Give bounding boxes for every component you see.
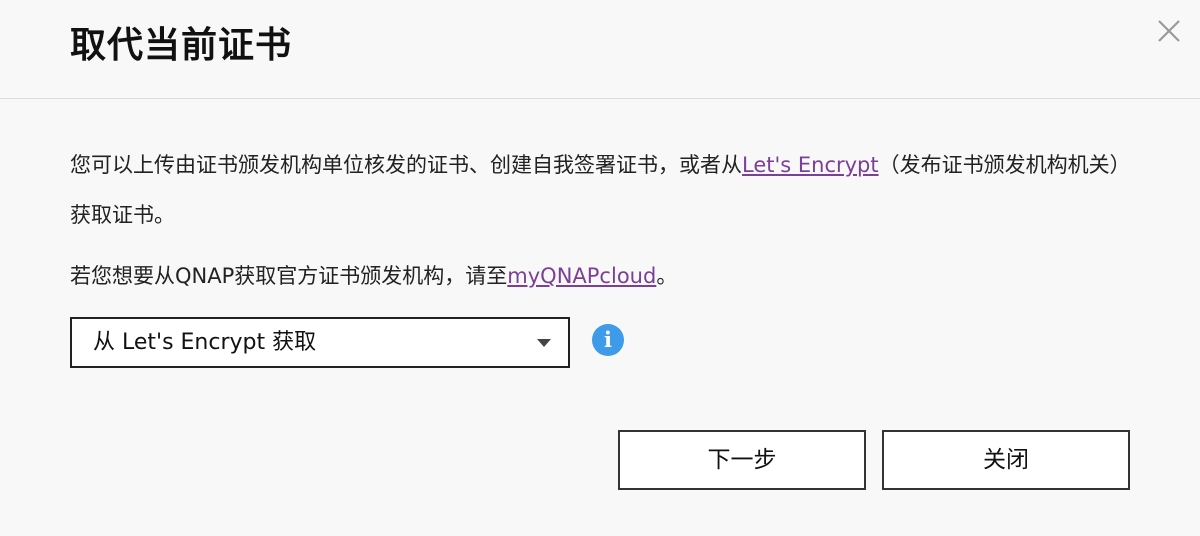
qnap-note-text: 若您想要从QNAP获取官方证书颁发机构，请至 (70, 264, 508, 288)
replace-certificate-dialog: 取代当前证书 您可以上传由证书颁发机构单位核发的证书、创建自我签署证书，或者从L… (0, 0, 1200, 536)
myqnapcloud-link[interactable]: myQNAPcloud (507, 264, 656, 288)
letsencrypt-link[interactable]: Let's Encrypt (742, 153, 879, 177)
chevron-down-icon (537, 339, 551, 347)
description-text: 您可以上传由证书颁发机构单位核发的证书、创建自我签署证书，或者从 (70, 153, 742, 177)
certificate-description: 您可以上传由证书颁发机构单位核发的证书、创建自我签署证书，或者从Let's En… (70, 140, 1130, 240)
close-button[interactable]: 关闭 (882, 430, 1130, 490)
next-button[interactable]: 下一步 (618, 430, 866, 490)
qnap-note-text-end: 。 (656, 264, 678, 288)
certificate-source-select[interactable]: 从 Let's Encrypt 获取 (70, 317, 570, 368)
qnap-note: 若您想要从QNAP获取官方证书颁发机构，请至myQNAPcloud。 (70, 251, 1130, 301)
dialog-header: 取代当前证书 (0, 0, 1200, 99)
certificate-source-value: 从 Let's Encrypt 获取 (93, 330, 317, 355)
close-icon[interactable] (1155, 17, 1183, 45)
dialog-title: 取代当前证书 (70, 25, 293, 66)
info-icon[interactable]: i (592, 324, 624, 356)
